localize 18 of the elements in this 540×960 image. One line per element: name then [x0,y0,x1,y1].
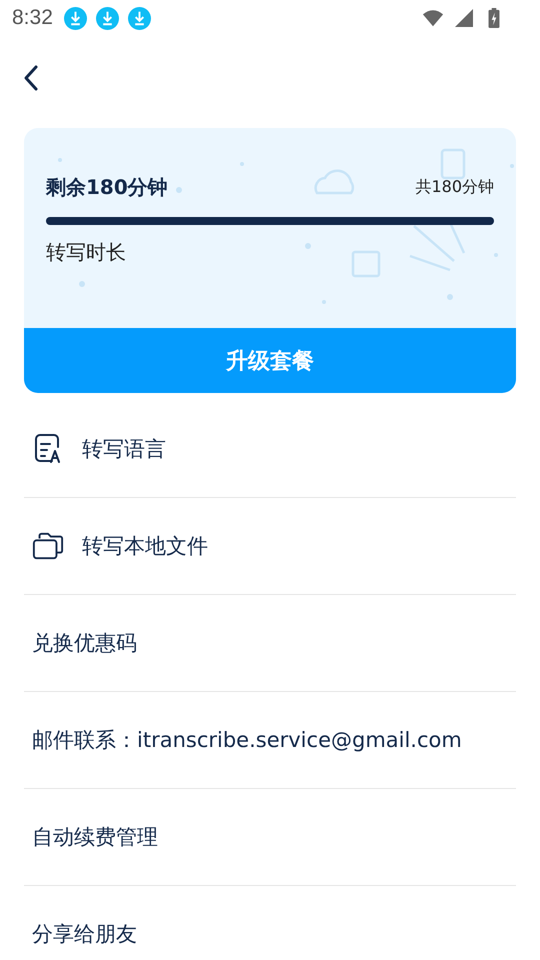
download-icon [96,6,119,30]
status-time: 8:32 [12,6,53,30]
menu-item[interactable]: 分享给朋友 [24,886,516,960]
download-icon [128,6,151,30]
menu-item[interactable]: 邮件联系：itranscribe.service@gmail.com [24,692,516,789]
remaining-minutes: 剩余180分钟 [46,174,168,201]
menu-item[interactable]: 转写语言 [24,401,516,498]
folders-icon [32,530,64,562]
menu-item[interactable]: 自动续费管理 [24,789,516,886]
wifi-icon [422,8,444,28]
total-minutes: 共180分钟 [415,177,494,198]
menu-item[interactable]: 兑换优惠码 [24,595,516,692]
menu-item[interactable]: 转写本地文件 [24,498,516,595]
duration-label: 转写时长 [46,239,126,266]
battery-icon [488,8,500,28]
download-icon [64,6,87,30]
signal-icon [453,8,475,28]
back-icon[interactable] [23,64,39,92]
